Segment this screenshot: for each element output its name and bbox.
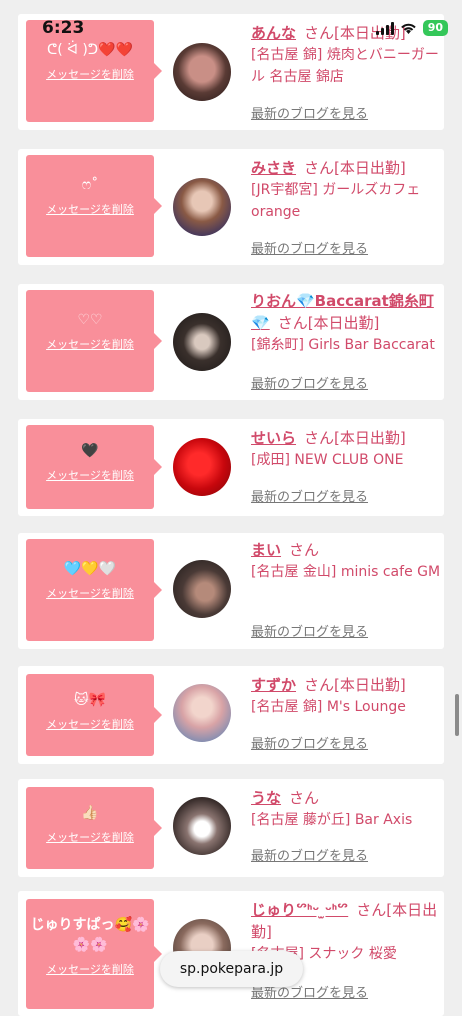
san-suffix: さん bbox=[304, 429, 335, 447]
latest-blog-link[interactable]: 最新のブログを見る bbox=[251, 238, 368, 257]
status-bar: 6:23 90 bbox=[0, 0, 462, 44]
girl-name-link[interactable]: じゅりᔥᑋ︎ᵕ︎ ̫ᵕ︎ᑋ︎ᔥ bbox=[251, 901, 348, 919]
wifi-icon bbox=[400, 23, 416, 34]
message-bubble: 🖤 メッセージを削除 bbox=[26, 425, 162, 509]
avatar[interactable] bbox=[173, 178, 231, 236]
latest-blog-link[interactable]: 最新のブログを見る bbox=[251, 733, 368, 752]
message-card: ♡♡ メッセージを削除 りおん💎Baccarat錦糸町💎 さん[本日出勤] [錦糸… bbox=[18, 284, 444, 400]
delete-message-link[interactable]: メッセージを削除 bbox=[26, 716, 154, 732]
latest-blog-link[interactable]: 最新のブログを見る bbox=[251, 103, 368, 122]
girl-name-link[interactable]: まい bbox=[251, 541, 281, 559]
san-suffix: さん bbox=[289, 541, 320, 559]
shop-name: [錦糸町] Girls Bar Baccarat bbox=[251, 337, 435, 353]
shop-name: [名古屋 藤が丘] Bar Axis bbox=[251, 812, 413, 828]
message-card: 🐱🎀 メッセージを削除 すずか さん[本日出勤] [名古屋 錦] M's Loun… bbox=[18, 666, 444, 764]
delete-message-link[interactable]: メッセージを削除 bbox=[26, 961, 154, 977]
attendance-badge: [本日出勤] bbox=[307, 314, 380, 332]
message-text: じゅりすぱっ🥰🌸🌸🌸 bbox=[30, 917, 150, 953]
message-card: 🖤 メッセージを削除 せいら さん[本日出勤] [成田] NEW CLUB ONE… bbox=[18, 419, 444, 516]
san-suffix: さん bbox=[289, 789, 320, 807]
message-text: ♡♡ bbox=[77, 312, 103, 328]
girl-name-link[interactable]: うな bbox=[251, 789, 281, 807]
message-text: 🖤 bbox=[81, 443, 99, 459]
battery-icon: 90 bbox=[422, 20, 448, 36]
avatar[interactable] bbox=[173, 797, 231, 855]
girl-name-link[interactable]: せいら bbox=[251, 429, 296, 447]
san-suffix: さん bbox=[304, 159, 335, 177]
san-suffix: さん bbox=[304, 676, 335, 694]
attendance-badge: [本日出勤] bbox=[334, 676, 406, 694]
delete-message-link[interactable]: メッセージを削除 bbox=[26, 467, 154, 483]
message-bubble: 👍🏻 メッセージを削除 bbox=[26, 787, 162, 869]
girl-name-link[interactable]: みさき bbox=[251, 159, 296, 177]
message-card: 👍🏻 メッセージを削除 うな さん [名古屋 藤が丘] Bar Axis 最新のブ… bbox=[18, 779, 444, 877]
clock: 6:23 bbox=[42, 18, 85, 38]
delete-message-link[interactable]: メッセージを削除 bbox=[26, 585, 154, 601]
avatar[interactable] bbox=[173, 684, 231, 742]
message-bubble: ෆ˚ メッセージを削除 bbox=[26, 155, 162, 257]
avatar[interactable] bbox=[173, 438, 231, 496]
message-card: ෆ˚ メッセージを削除 みさき さん[本日出勤] [JR宇都宮] ガールズカフェ … bbox=[18, 149, 444, 265]
delete-message-link[interactable]: メッセージを削除 bbox=[26, 829, 154, 845]
avatar[interactable] bbox=[173, 560, 231, 618]
message-card: 🩵💛🤍 メッセージを削除 まい さん [名古屋 金山] minis cafe GM… bbox=[18, 533, 444, 649]
delete-message-link[interactable]: メッセージを削除 bbox=[26, 336, 154, 352]
cellular-signal-icon bbox=[375, 21, 394, 35]
message-text: ෆ˚ bbox=[81, 177, 99, 193]
avatar[interactable] bbox=[173, 43, 231, 101]
attendance-badge: [本日出勤] bbox=[334, 159, 406, 177]
latest-blog-link[interactable]: 最新のブログを見る bbox=[251, 486, 368, 505]
shop-name: [成田] NEW CLUB ONE bbox=[251, 452, 404, 468]
shop-name: [名古屋 錦] M's Lounge bbox=[251, 699, 406, 715]
latest-blog-link[interactable]: 最新のブログを見る bbox=[251, 845, 368, 864]
shop-name: [名古屋 金山] minis cafe GM bbox=[251, 564, 441, 580]
message-bubble: ♡♡ メッセージを削除 bbox=[26, 290, 162, 392]
delete-message-link[interactable]: メッセージを削除 bbox=[26, 66, 154, 82]
avatar[interactable] bbox=[173, 313, 231, 371]
shop-name: [名古屋 錦] 焼肉とバニーガール 名古屋 錦店 bbox=[251, 47, 439, 85]
message-text: 🐱🎀 bbox=[73, 692, 107, 708]
attendance-badge: [本日出勤] bbox=[334, 429, 406, 447]
message-bubble: じゅりすぱっ🥰🌸🌸🌸 メッセージを削除 bbox=[26, 899, 162, 1009]
san-suffix: さん bbox=[277, 314, 308, 332]
latest-blog-link[interactable]: 最新のブログを見る bbox=[251, 621, 368, 640]
latest-blog-link[interactable]: 最新のブログを見る bbox=[251, 373, 368, 392]
san-suffix: さん bbox=[356, 901, 387, 919]
girl-name-link[interactable]: すずか bbox=[251, 676, 296, 694]
url-bar[interactable]: sp.pokepara.jp bbox=[160, 951, 303, 987]
message-text: 🩵💛🤍 bbox=[63, 561, 117, 577]
scroll-indicator[interactable] bbox=[455, 694, 459, 736]
message-bubble: 🩵💛🤍 メッセージを削除 bbox=[26, 539, 162, 641]
message-bubble: 🐱🎀 メッセージを削除 bbox=[26, 674, 162, 756]
delete-message-link[interactable]: メッセージを削除 bbox=[26, 201, 154, 217]
message-text: 👍🏻 bbox=[81, 805, 99, 821]
shop-name: [JR宇都宮] ガールズカフェ orange bbox=[251, 182, 421, 220]
